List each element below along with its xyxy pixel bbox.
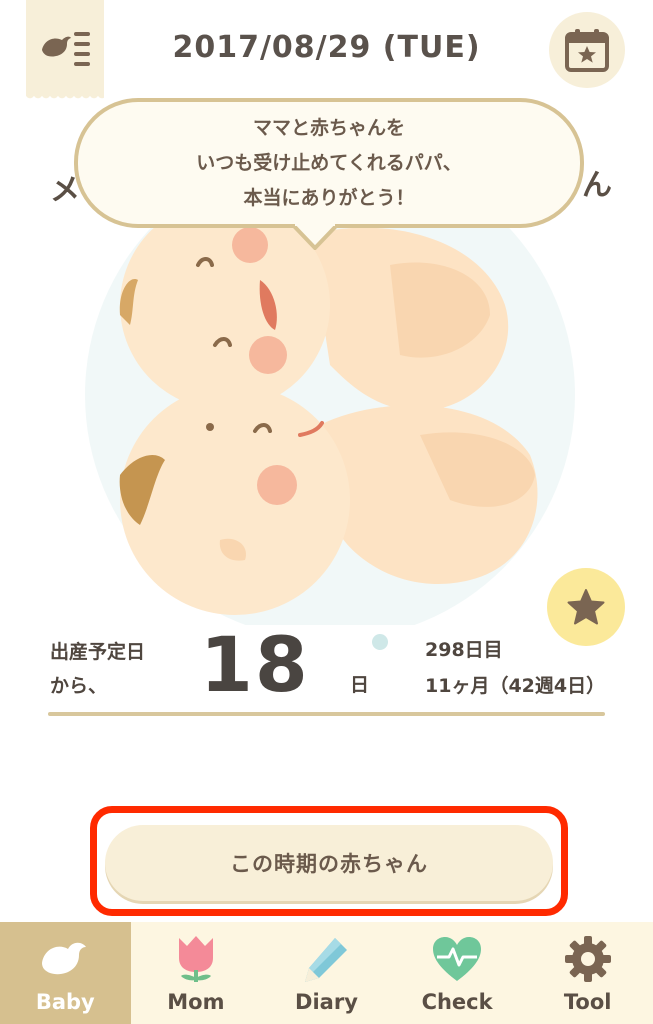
message-line-3: 本当にありがとう！ bbox=[243, 186, 415, 209]
twin-babies-illustration bbox=[85, 195, 575, 625]
nav-tool[interactable]: Tool bbox=[522, 922, 653, 1024]
nav-baby[interactable]: Baby bbox=[0, 922, 131, 1024]
gear-icon bbox=[560, 934, 616, 984]
nav-label-tool: Tool bbox=[563, 990, 612, 1014]
nav-label-diary: Diary bbox=[295, 990, 358, 1014]
message-bubble: ママと赤ちゃんを いつも受け止めてくれるパパ、 本当にありがとう！ bbox=[74, 98, 584, 228]
decorative-dot bbox=[372, 634, 388, 650]
divider bbox=[48, 712, 605, 716]
days-unit: 日 bbox=[350, 674, 370, 696]
tulip-icon bbox=[168, 934, 224, 984]
app-screen: 2017/08/29 (TUE) メ ん ママと赤ちゃんを いつも受け止めてくれ… bbox=[0, 0, 653, 1024]
baby-age-info: 298日目 11ヶ月（42週4日） bbox=[425, 632, 605, 704]
nav-label-mom: Mom bbox=[167, 990, 225, 1014]
due-date-label: 出産予定日 から、 bbox=[50, 635, 145, 703]
heart-pulse-icon bbox=[429, 934, 485, 984]
this-period-baby-button[interactable]: この時期の赤ちゃん bbox=[105, 825, 553, 901]
pencil-icon bbox=[298, 934, 354, 984]
days-count: 18 bbox=[200, 620, 310, 709]
due-label-line-1: 出産予定日 bbox=[50, 641, 146, 663]
bubble-tail bbox=[292, 224, 338, 250]
nav-diary[interactable]: Diary bbox=[261, 922, 392, 1024]
nav-mom[interactable]: Mom bbox=[131, 922, 262, 1024]
nav-label-check: Check bbox=[421, 990, 493, 1014]
nav-check[interactable]: Check bbox=[392, 922, 523, 1024]
calendar-star-icon bbox=[565, 29, 609, 72]
calendar-button[interactable] bbox=[549, 12, 625, 88]
message-line-2: いつも受け止めてくれるパパ、 bbox=[196, 151, 462, 174]
due-label-line-2: から、 bbox=[50, 675, 108, 697]
nav-label-baby: Baby bbox=[35, 990, 95, 1014]
message-line-1: ママと赤ちゃんを bbox=[252, 116, 405, 139]
age-days: 298日目 bbox=[425, 639, 503, 661]
bird-icon bbox=[37, 934, 93, 984]
age-months-weeks: 11ヶ月（42週4日） bbox=[425, 675, 606, 697]
bottom-nav: Baby Mom Diary Check Tool bbox=[0, 922, 653, 1024]
star-icon bbox=[567, 589, 605, 625]
